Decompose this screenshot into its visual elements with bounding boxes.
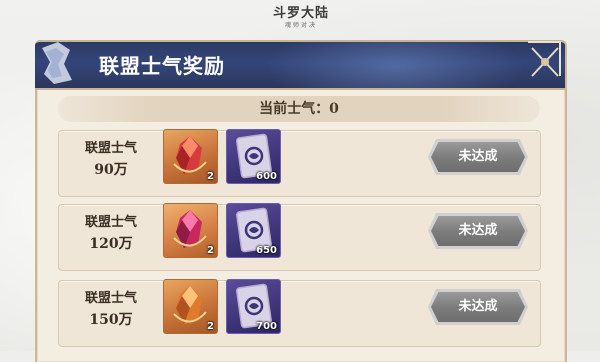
reward-amount: 120万	[89, 236, 133, 252]
crystal-reward-item[interactable]: 2	[163, 203, 218, 258]
logo-subtitle: 魂师对决	[284, 22, 317, 29]
reward-label: 联盟士气	[84, 215, 137, 230]
claim-button[interactable]: 未达成	[431, 142, 525, 172]
logo-title: 斗罗大陆	[272, 6, 329, 21]
claim-button[interactable]: 未达成	[431, 216, 525, 246]
reward-label: 联盟士气	[84, 141, 137, 156]
crystal-count: 2	[207, 245, 214, 256]
panel-header: 联盟士气奖励	[35, 40, 565, 90]
panel-title: 联盟士气奖励	[99, 54, 225, 78]
reward-amount: 90万	[94, 162, 128, 178]
reward-label-group: 联盟士气 120万	[67, 213, 155, 255]
card-count: 700	[256, 321, 277, 332]
card-reward-item[interactable]: 700	[226, 279, 281, 334]
crystal-count: 2	[207, 171, 214, 182]
header-glow	[265, 42, 525, 88]
reward-row-1: 联盟士气 90万 2 600 未达成	[58, 129, 541, 197]
reward-amount: 150万	[89, 312, 133, 328]
current-morale-bar: 当前士气：0	[58, 96, 540, 122]
reward-row-2: 联盟士气 120万 2 650 未达成	[58, 203, 541, 271]
crystal-reward-item[interactable]: 2	[163, 129, 218, 184]
card-reward-item[interactable]: 600	[226, 129, 281, 184]
reward-row-3: 联盟士气 150万 2 700 未达成	[58, 279, 541, 347]
card-count: 650	[256, 245, 277, 256]
crystal-reward-item[interactable]: 2	[163, 279, 218, 334]
reward-label-group: 联盟士气 150万	[67, 289, 155, 331]
card-reward-item[interactable]: 650	[226, 203, 281, 258]
card-count: 600	[256, 171, 277, 182]
ornament-right-icon	[528, 41, 561, 77]
reward-label: 联盟士气	[84, 291, 137, 306]
crystal-count: 2	[207, 321, 214, 332]
game-logo: 斗罗大陆 魂师对决	[256, 6, 346, 42]
claim-button[interactable]: 未达成	[431, 292, 525, 322]
ornament-left-icon	[42, 42, 72, 84]
reward-label-group: 联盟士气 90万	[67, 139, 155, 181]
